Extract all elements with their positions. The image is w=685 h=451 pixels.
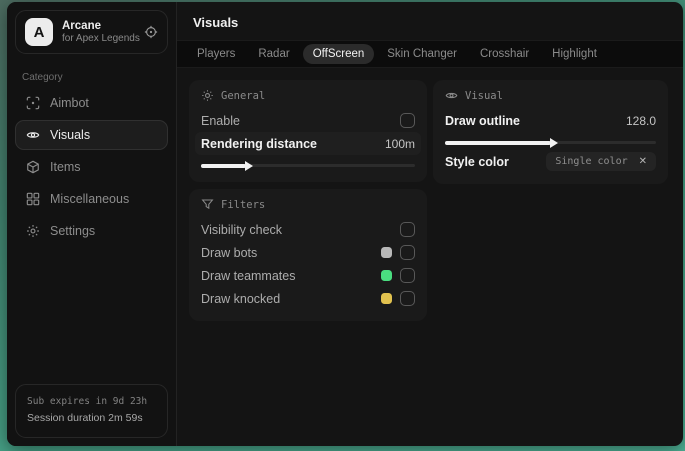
slider-fill: [201, 160, 253, 171]
slider-thumb[interactable]: [549, 137, 558, 148]
draw-outline-row: Draw outline 128.0: [445, 109, 656, 132]
sidebar-item-aimbot[interactable]: Aimbot: [15, 88, 168, 118]
style-color-chip-label: Single color: [555, 156, 628, 167]
subscription-card: Sub expires in 9d 23h Session duration 2…: [15, 384, 168, 438]
eye-icon: [26, 128, 40, 142]
style-color-row: Style color Single color ✕: [445, 150, 656, 173]
draw-outline-value: 128.0: [625, 113, 656, 128]
enable-checkbox[interactable]: [400, 113, 415, 128]
panel-title: General: [221, 89, 266, 102]
draw-teammates-row: Draw teammates: [201, 264, 415, 287]
draw-outline-slider[interactable]: [445, 137, 656, 148]
draw-bots-row: Draw bots: [201, 241, 415, 264]
draw-knocked-label: Draw knocked: [201, 291, 281, 306]
tab-skin-changer[interactable]: Skin Changer: [377, 44, 467, 64]
app-subtitle: for Apex Legends: [62, 32, 140, 44]
draw-bots-label: Draw bots: [201, 245, 258, 260]
draw-teammates-color-swatch[interactable]: [381, 270, 392, 281]
grid-icon: [26, 192, 40, 206]
visual-panel: Visual Draw outline 128.0 Style color Si…: [433, 80, 668, 184]
sidebar-item-visuals[interactable]: Visuals: [15, 120, 168, 150]
sidebar-item-label: Visuals: [50, 128, 91, 142]
visibility-check-row: Visibility check: [201, 218, 415, 241]
eye-icon: [445, 89, 458, 102]
category-label: Category: [22, 72, 63, 83]
tab-offscreen[interactable]: OffScreen: [302, 44, 375, 64]
tab-crosshair[interactable]: Crosshair: [470, 44, 539, 64]
draw-outline-label: Draw outline: [445, 113, 521, 128]
draw-knocked-row: Draw knocked: [201, 287, 415, 310]
filters-panel: Filters Visibility check Draw bots Draw …: [189, 189, 427, 321]
gear-icon: [26, 224, 40, 238]
page-title: Visuals: [193, 15, 239, 30]
slider-fill: [445, 137, 558, 148]
draw-knocked-checkbox[interactable]: [400, 291, 415, 306]
rendering-distance-row: Rendering distance 100m: [195, 132, 421, 155]
rendering-distance-label: Rendering distance: [201, 136, 317, 151]
draw-teammates-label: Draw teammates: [201, 268, 296, 283]
session-duration-text: Session duration 2m 59s: [27, 412, 143, 425]
panel-title: Filters: [221, 198, 266, 211]
sidebar-item-label: Items: [50, 160, 81, 174]
cube-icon: [26, 160, 40, 174]
sub-expires-text: Sub expires in 9d 23h: [27, 396, 148, 408]
slider-thumb[interactable]: [244, 160, 253, 171]
visibility-check-checkbox[interactable]: [400, 222, 415, 237]
visibility-check-label: Visibility check: [201, 222, 283, 237]
draw-teammates-checkbox[interactable]: [400, 268, 415, 283]
app-logo: A: [25, 18, 53, 46]
main-area: Visuals Players Radar OffScreen Skin Cha…: [177, 2, 683, 446]
app-header-card: A Arcane for Apex Legends: [15, 10, 168, 54]
panel-title: Visual: [465, 89, 503, 102]
sidebar-item-label: Aimbot: [50, 96, 89, 110]
app-window: A Arcane for Apex Legends Category Aimbo…: [7, 2, 683, 446]
draw-bots-checkbox[interactable]: [400, 245, 415, 260]
app-name: Arcane: [62, 19, 101, 32]
tab-radar[interactable]: Radar: [248, 44, 299, 64]
sidebar-item-miscellaneous[interactable]: Miscellaneous: [15, 184, 168, 214]
style-color-select[interactable]: Single color ✕: [546, 152, 656, 171]
sidebar-item-items[interactable]: Items: [15, 152, 168, 182]
style-color-label: Style color: [445, 154, 509, 169]
sidebar-item-label: Miscellaneous: [50, 192, 130, 206]
target-icon[interactable]: [144, 25, 158, 39]
sidebar-nav: Aimbot Visuals Items Miscellaneous Setti…: [7, 87, 176, 247]
funnel-icon: [201, 198, 214, 211]
tab-content: General Enable Rendering distance 100m F…: [177, 68, 683, 446]
rendering-distance-slider[interactable]: [201, 160, 415, 171]
general-panel: General Enable Rendering distance 100m: [189, 80, 427, 182]
scan-icon: [26, 96, 40, 110]
enable-label: Enable: [201, 113, 240, 128]
enable-row: Enable: [201, 109, 415, 132]
tab-highlight[interactable]: Highlight: [542, 44, 607, 64]
sidebar-item-settings[interactable]: Settings: [15, 216, 168, 246]
sun-icon: [201, 89, 214, 102]
tab-bar: Players Radar OffScreen Skin Changer Cro…: [177, 40, 683, 68]
tab-players[interactable]: Players: [187, 44, 245, 64]
close-icon[interactable]: ✕: [639, 156, 647, 167]
sidebar-item-label: Settings: [50, 224, 96, 238]
draw-bots-color-swatch[interactable]: [381, 247, 392, 258]
draw-knocked-color-swatch[interactable]: [381, 293, 392, 304]
rendering-distance-value: 100m: [384, 136, 415, 151]
sidebar: A Arcane for Apex Legends Category Aimbo…: [7, 2, 177, 446]
